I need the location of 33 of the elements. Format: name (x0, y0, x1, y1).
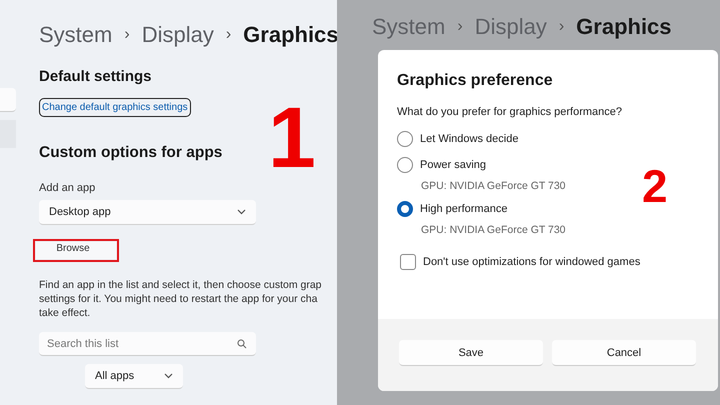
radio-option[interactable]: Power saving (397, 157, 486, 173)
breadcrumb-current: Graphics (576, 14, 672, 40)
help-text: Find an app in the list and select it, then choose custom grap settings for it. You might need to restart the app for your cha take effect. (39, 278, 322, 320)
breadcrumb-link[interactable]: Display (142, 22, 214, 48)
settings-link[interactable]: Change default graphics settings (39, 98, 191, 117)
app-type-dropdown[interactable]: Desktop app (39, 200, 256, 225)
browse-button[interactable]: Browse (36, 242, 116, 259)
dialog-question: What do you prefer for graphics performance? (397, 106, 622, 118)
radio-option[interactable]: High performance (397, 201, 508, 217)
radio-option[interactable]: Let Windows decide (397, 131, 518, 147)
cancel-button[interactable]: Cancel (552, 340, 696, 366)
chevron-separator: › (226, 26, 232, 44)
filter-dropdown[interactable]: All apps (85, 364, 183, 389)
search-field-edge[interactable] (0, 88, 16, 112)
gpu-name: GPU: NVIDIA GeForce GT 730 (421, 224, 566, 236)
section-heading: Default settings (39, 68, 152, 85)
chevron-separator: › (457, 18, 463, 36)
checkbox-option[interactable]: Don't use optimizations for windowed games (400, 254, 640, 270)
breadcrumb-link[interactable]: System (39, 22, 112, 48)
chevron-separator: › (558, 18, 564, 36)
search-field[interactable]: Search this list (39, 332, 256, 356)
section-heading: Custom options for apps (39, 144, 222, 162)
chevron-down-icon (164, 373, 173, 379)
search-icon (237, 339, 247, 349)
step-number: 2 (642, 163, 668, 209)
chevron-separator: › (124, 26, 130, 44)
dialog-title: Graphics preference (397, 72, 553, 90)
step-number: 1 (268, 95, 316, 181)
gpu-name: GPU: NVIDIA GeForce GT 730 (421, 180, 566, 192)
field-label: Add an app (39, 182, 96, 194)
save-button[interactable]: Save (399, 340, 543, 366)
breadcrumb-current: Graphics (243, 22, 339, 48)
chevron-down-icon (237, 209, 246, 215)
